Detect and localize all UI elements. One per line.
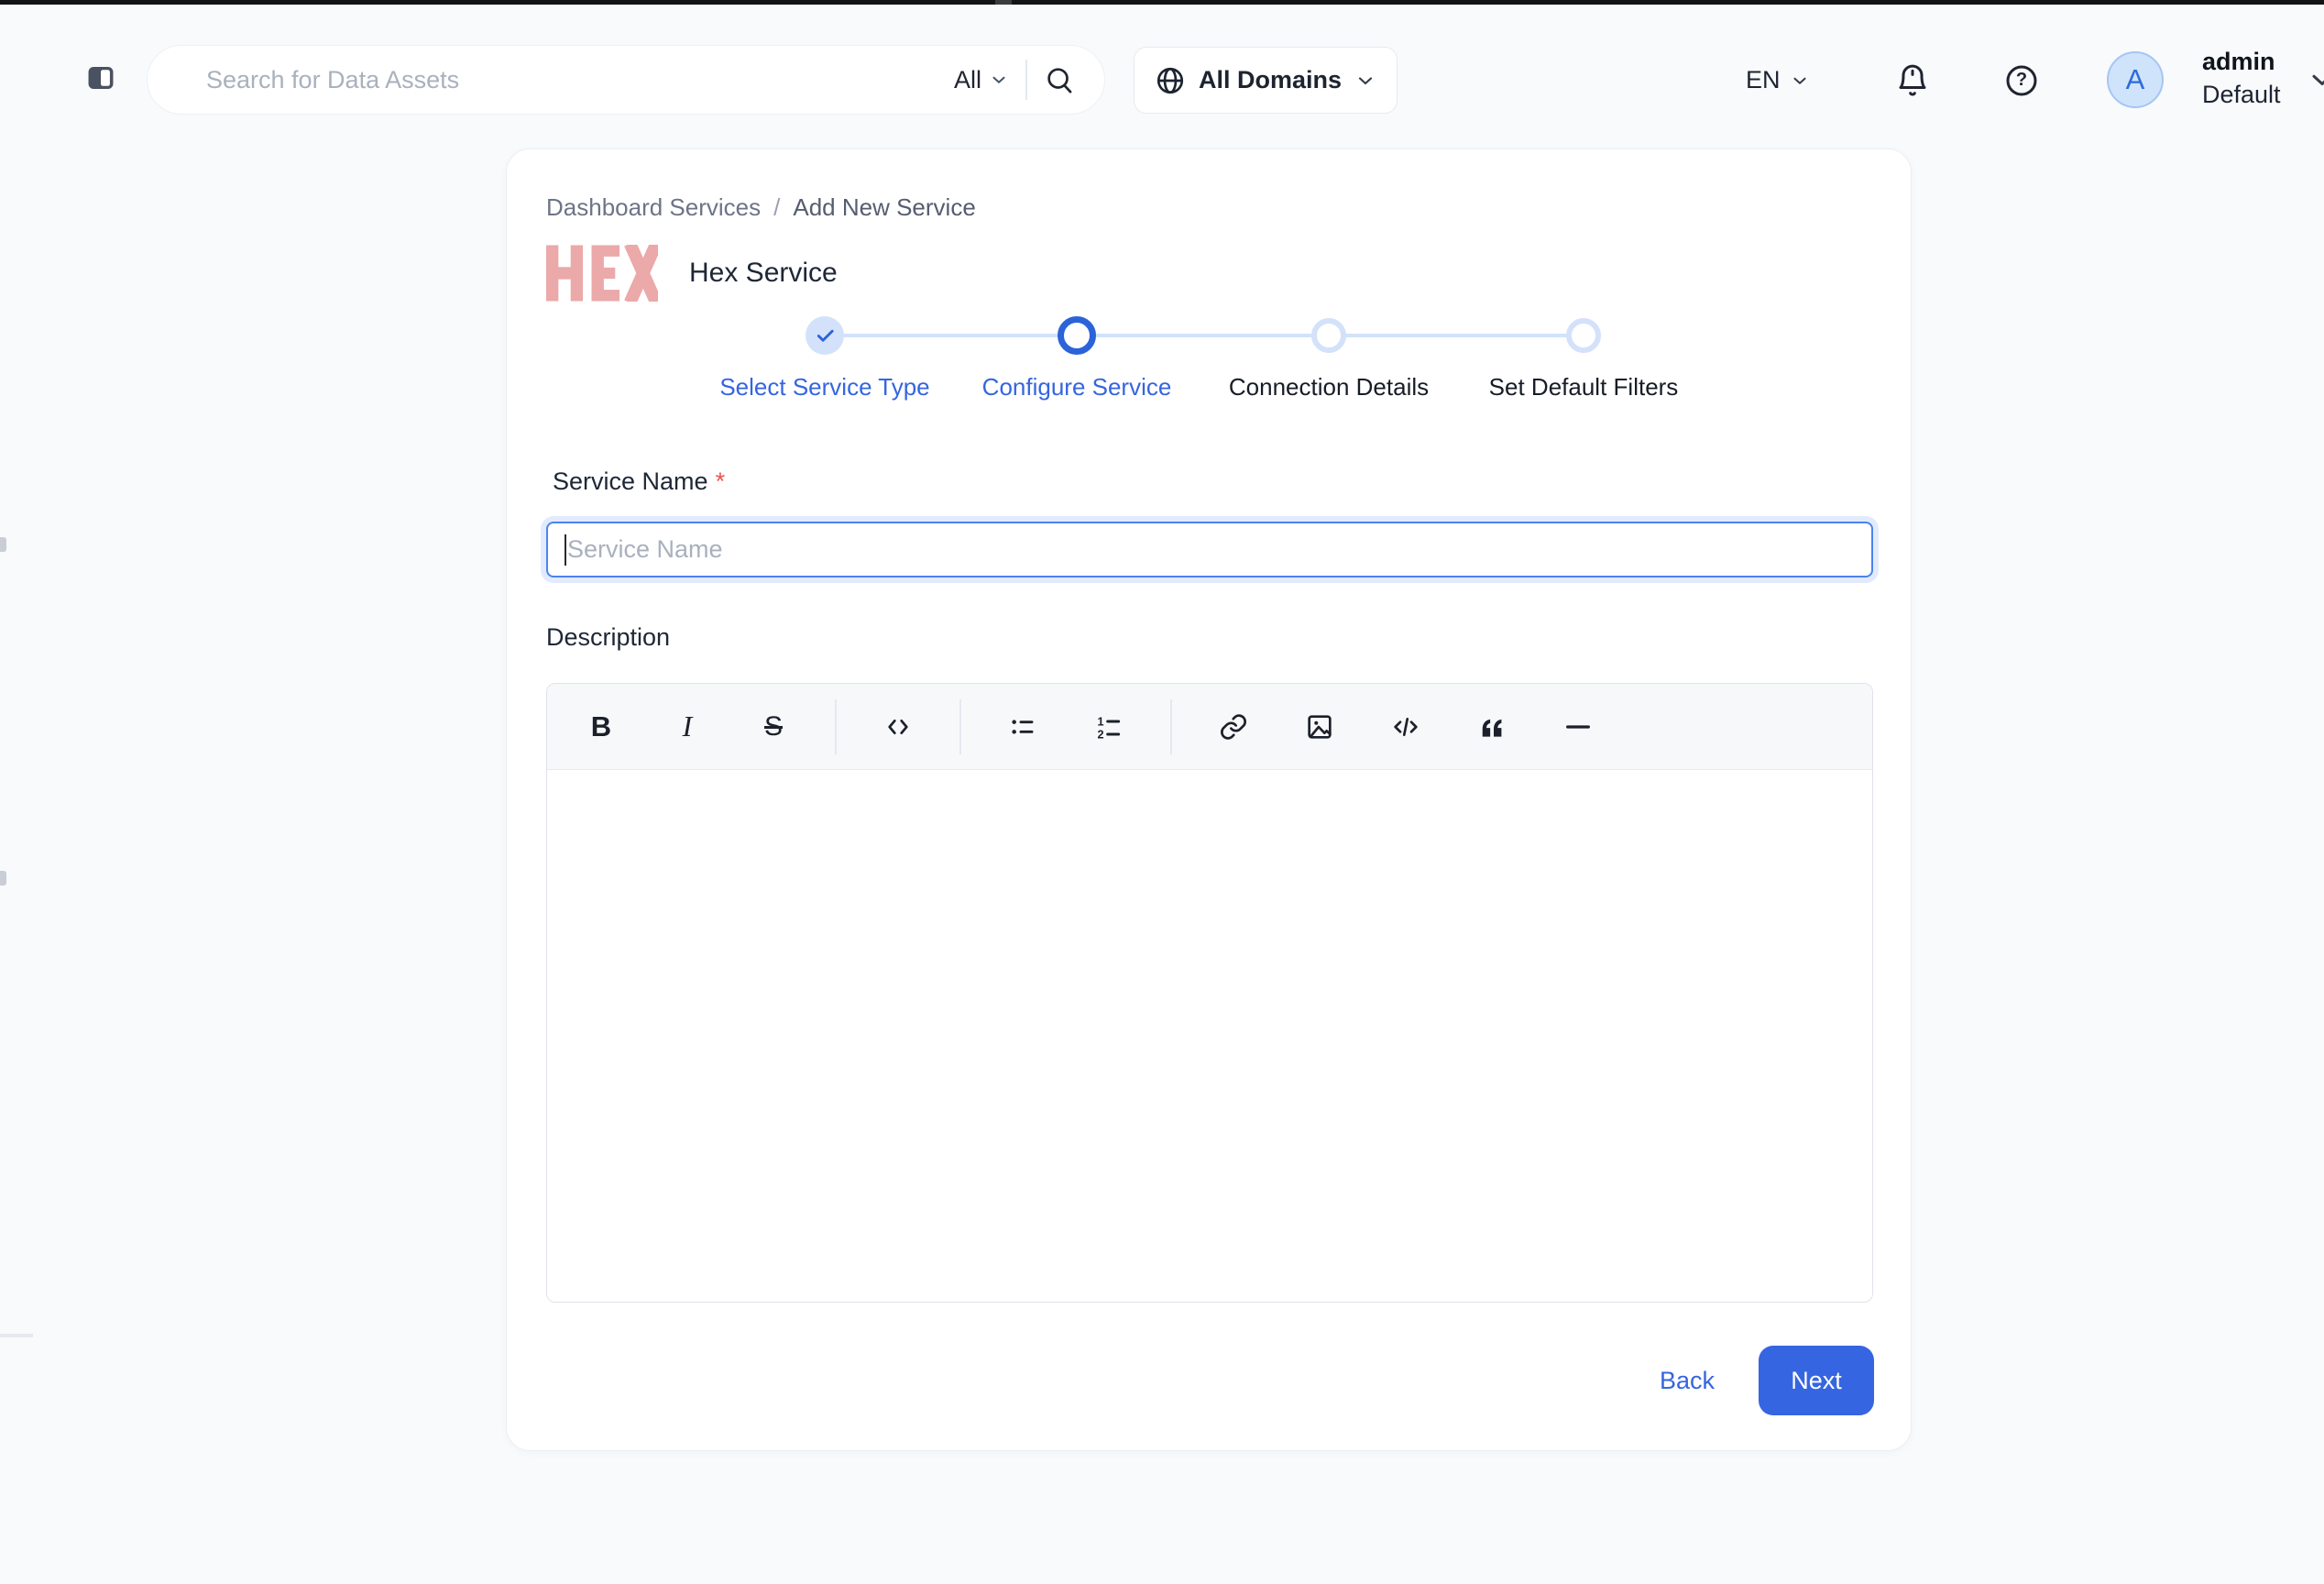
svg-text:2: 2	[1097, 728, 1103, 741]
description-editor: B I S 12	[546, 683, 1873, 1303]
toolbar-divider	[1170, 699, 1172, 754]
search-filter-dropdown[interactable]: All	[948, 66, 1022, 94]
horizontal-rule-button[interactable]	[1551, 700, 1605, 754]
step-label-2: Configure Service	[982, 373, 1172, 402]
description-editor-body[interactable]	[547, 770, 1872, 1303]
breadcrumb-dashboard-services[interactable]: Dashboard Services	[546, 193, 761, 222]
search-filter-label: All	[954, 66, 981, 94]
chevron-down-icon	[989, 70, 1009, 90]
toolbar-divider	[835, 699, 837, 754]
collapsed-sidebar-divider	[0, 1334, 33, 1337]
step-indicator-3	[1311, 318, 1346, 353]
strikethrough-button[interactable]: S	[747, 700, 800, 754]
quote-icon	[1477, 712, 1507, 742]
svg-text:1: 1	[1097, 715, 1103, 728]
globe-icon	[1155, 65, 1186, 96]
breadcrumb-add-new-service: Add New Service	[793, 193, 975, 222]
numbered-list-button[interactable]: 12	[1082, 700, 1135, 754]
inline-code-button[interactable]	[872, 700, 925, 754]
bold-icon: B	[591, 710, 611, 743]
code-block-icon	[1391, 712, 1420, 742]
user-menu[interactable]: admin Default	[2202, 45, 2281, 111]
add-service-card: Dashboard Services / Add New Service Hex…	[506, 148, 1912, 1451]
description-label: Description	[546, 623, 670, 652]
check-icon	[815, 325, 836, 346]
help-circle-icon: ?	[2003, 62, 2040, 99]
bulleted-list-icon	[1008, 712, 1037, 742]
wizard-actions: Back Next	[1660, 1346, 1874, 1415]
required-marker: *	[716, 468, 726, 495]
step-circle-completed	[806, 316, 844, 355]
link-icon	[1219, 712, 1248, 742]
link-button[interactable]	[1207, 700, 1260, 754]
step-indicator-4	[1566, 318, 1601, 353]
search-submit-button[interactable]	[1038, 59, 1080, 101]
bold-button[interactable]: B	[575, 700, 628, 754]
step-label-4: Set Default Filters	[1489, 373, 1679, 402]
bulleted-list-button[interactable]	[996, 700, 1049, 754]
breadcrumb: Dashboard Services / Add New Service	[546, 193, 976, 222]
domains-label: All Domains	[1199, 66, 1342, 94]
italic-button[interactable]: I	[661, 700, 714, 754]
horizontal-rule-icon	[1563, 712, 1593, 742]
breadcrumb-separator: /	[773, 193, 780, 222]
user-avatar[interactable]: A	[2107, 51, 2164, 108]
collapsed-sidebar-item-sliver	[0, 537, 6, 552]
editor-toolbar: B I S 12	[547, 684, 1872, 770]
toolbar-divider	[959, 699, 961, 754]
step-label-3: Connection Details	[1229, 373, 1429, 402]
top-navbar: All All Domains EN	[0, 5, 2324, 122]
service-name-label: Service Name*	[553, 468, 725, 496]
search-input[interactable]	[206, 66, 948, 94]
text-cursor	[565, 534, 566, 566]
service-name-input[interactable]	[567, 535, 1855, 564]
panel-left-icon	[85, 62, 116, 94]
service-title: Hex Service	[689, 258, 838, 289]
back-button[interactable]: Back	[1660, 1367, 1715, 1395]
bell-icon	[1894, 62, 1931, 99]
service-name-field	[546, 522, 1873, 578]
language-label: EN	[1746, 66, 1781, 94]
service-header: Hex Service	[546, 245, 838, 302]
hex-service-logo	[546, 245, 658, 302]
stepper-connector-line	[825, 334, 1584, 337]
user-team: Default	[2202, 78, 2281, 111]
numbered-list-icon: 12	[1094, 712, 1124, 742]
quote-button[interactable]	[1465, 700, 1518, 754]
step-circle-upcoming	[1311, 318, 1346, 353]
search-divider	[1025, 60, 1027, 100]
image-icon	[1305, 712, 1334, 742]
search-icon	[1044, 64, 1075, 95]
next-button[interactable]: Next	[1759, 1346, 1874, 1415]
strikethrough-icon: S	[764, 711, 783, 742]
inline-code-icon	[883, 712, 913, 742]
notifications-button[interactable]	[1890, 47, 1935, 114]
step-indicator-2	[1058, 316, 1096, 355]
domains-dropdown-button[interactable]: All Domains	[1134, 47, 1398, 114]
step-label-1: Select Service Type	[719, 373, 929, 402]
step-circle-active	[1058, 316, 1096, 355]
sidebar-toggle-button[interactable]	[85, 62, 116, 94]
user-menu-chevron-icon[interactable]	[2306, 63, 2324, 96]
collapsed-sidebar-item-sliver	[0, 871, 6, 886]
italic-icon: I	[683, 710, 693, 743]
help-glyph: ?	[2016, 70, 2027, 91]
image-button[interactable]	[1293, 700, 1346, 754]
step-indicator-1	[806, 316, 844, 355]
step-circle-upcoming	[1566, 318, 1601, 353]
global-search-bar: All	[147, 45, 1105, 115]
code-block-button[interactable]	[1379, 700, 1432, 754]
chevron-down-icon	[1354, 70, 1376, 92]
user-name: admin	[2202, 45, 2281, 78]
language-dropdown[interactable]: EN	[1746, 47, 1810, 114]
help-button[interactable]: ?	[1999, 47, 2044, 114]
chevron-down-icon	[1790, 71, 1810, 91]
avatar-initial: A	[2126, 63, 2145, 96]
